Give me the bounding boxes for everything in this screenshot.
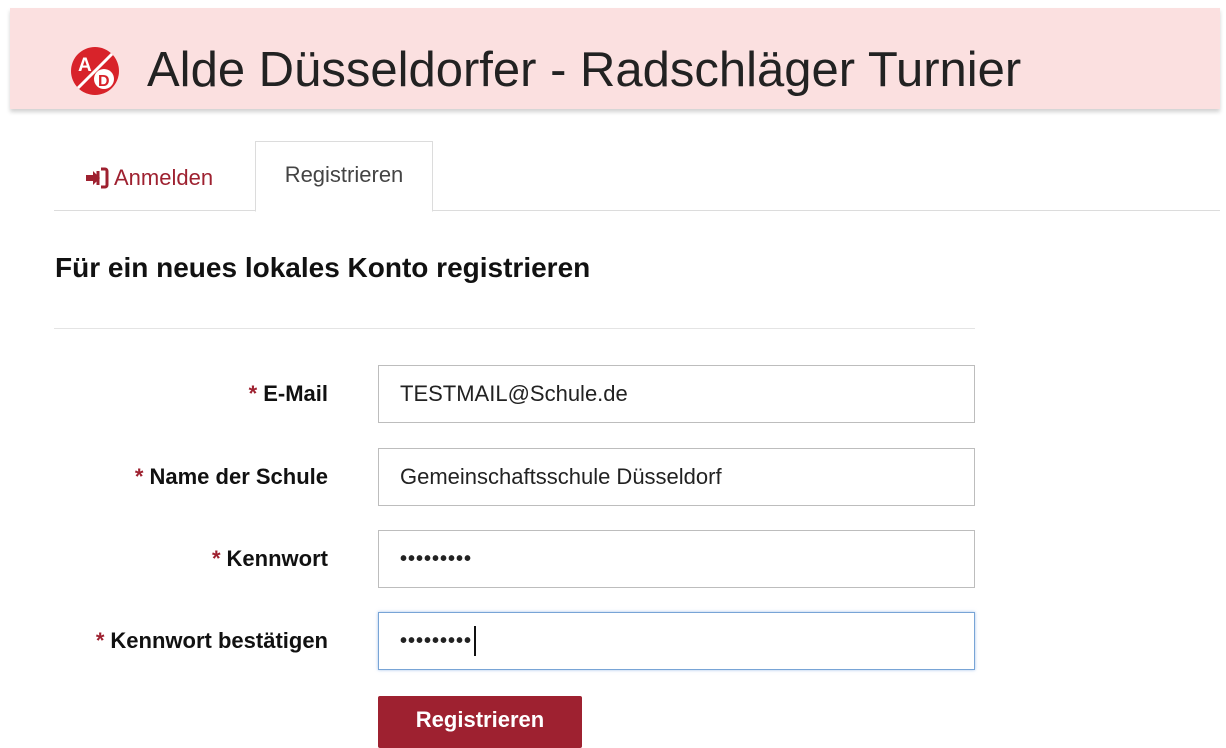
text-caret xyxy=(474,626,477,656)
email-label: * E-Mail xyxy=(249,365,328,422)
confirm-password-label-text: Kennwort bestätigen xyxy=(110,627,328,653)
page-heading: Für ein neues lokales Konto registrieren xyxy=(55,252,591,283)
school-name-field[interactable]: Gemeinschaftsschule Düsseldorf xyxy=(378,448,975,506)
section-divider xyxy=(54,328,975,329)
tab-login[interactable]: Anmelden xyxy=(84,160,213,196)
required-marker: * xyxy=(134,463,144,489)
sign-in-icon xyxy=(86,167,109,189)
confirm-password-field[interactable]: ••••••••• xyxy=(378,612,975,670)
confirm-password-label: * Kennwort bestätigen xyxy=(96,612,328,669)
required-marker: * xyxy=(248,380,258,406)
confirm-password-value: ••••••••• xyxy=(400,629,473,652)
school-name-label: * Name der Schule xyxy=(135,448,328,505)
logo-letter-a: A xyxy=(78,55,92,76)
ad-logo-icon[interactable]: A D xyxy=(70,46,120,96)
tabs-divider xyxy=(54,210,1220,211)
site-header: A D Alde Düsseldorfer - Radschläger Turn… xyxy=(10,8,1220,109)
tab-register[interactable]: Registrieren xyxy=(255,141,433,212)
required-marker: * xyxy=(95,627,105,653)
school-name-label-text: Name der Schule xyxy=(149,463,328,489)
password-field[interactable]: ••••••••• xyxy=(378,530,975,588)
email-value: TESTMAIL@Schule.de xyxy=(400,381,628,406)
tab-login-label: Anmelden xyxy=(114,165,214,190)
site-title: Alde Düsseldorfer - Radschläger Turnier xyxy=(147,43,1022,97)
logo-letter-d: D xyxy=(98,73,110,90)
email-field[interactable]: TESTMAIL@Schule.de xyxy=(378,365,975,423)
register-button[interactable]: Registrieren xyxy=(378,696,582,748)
school-name-value: Gemeinschaftsschule Düsseldorf xyxy=(400,464,722,489)
required-marker: * xyxy=(211,545,221,571)
password-value: ••••••••• xyxy=(400,547,473,570)
password-label-text: Kennwort xyxy=(226,545,328,571)
email-label-text: E-Mail xyxy=(263,380,328,406)
password-label: * Kennwort xyxy=(212,530,328,587)
tab-register-label: Registrieren xyxy=(284,162,404,187)
